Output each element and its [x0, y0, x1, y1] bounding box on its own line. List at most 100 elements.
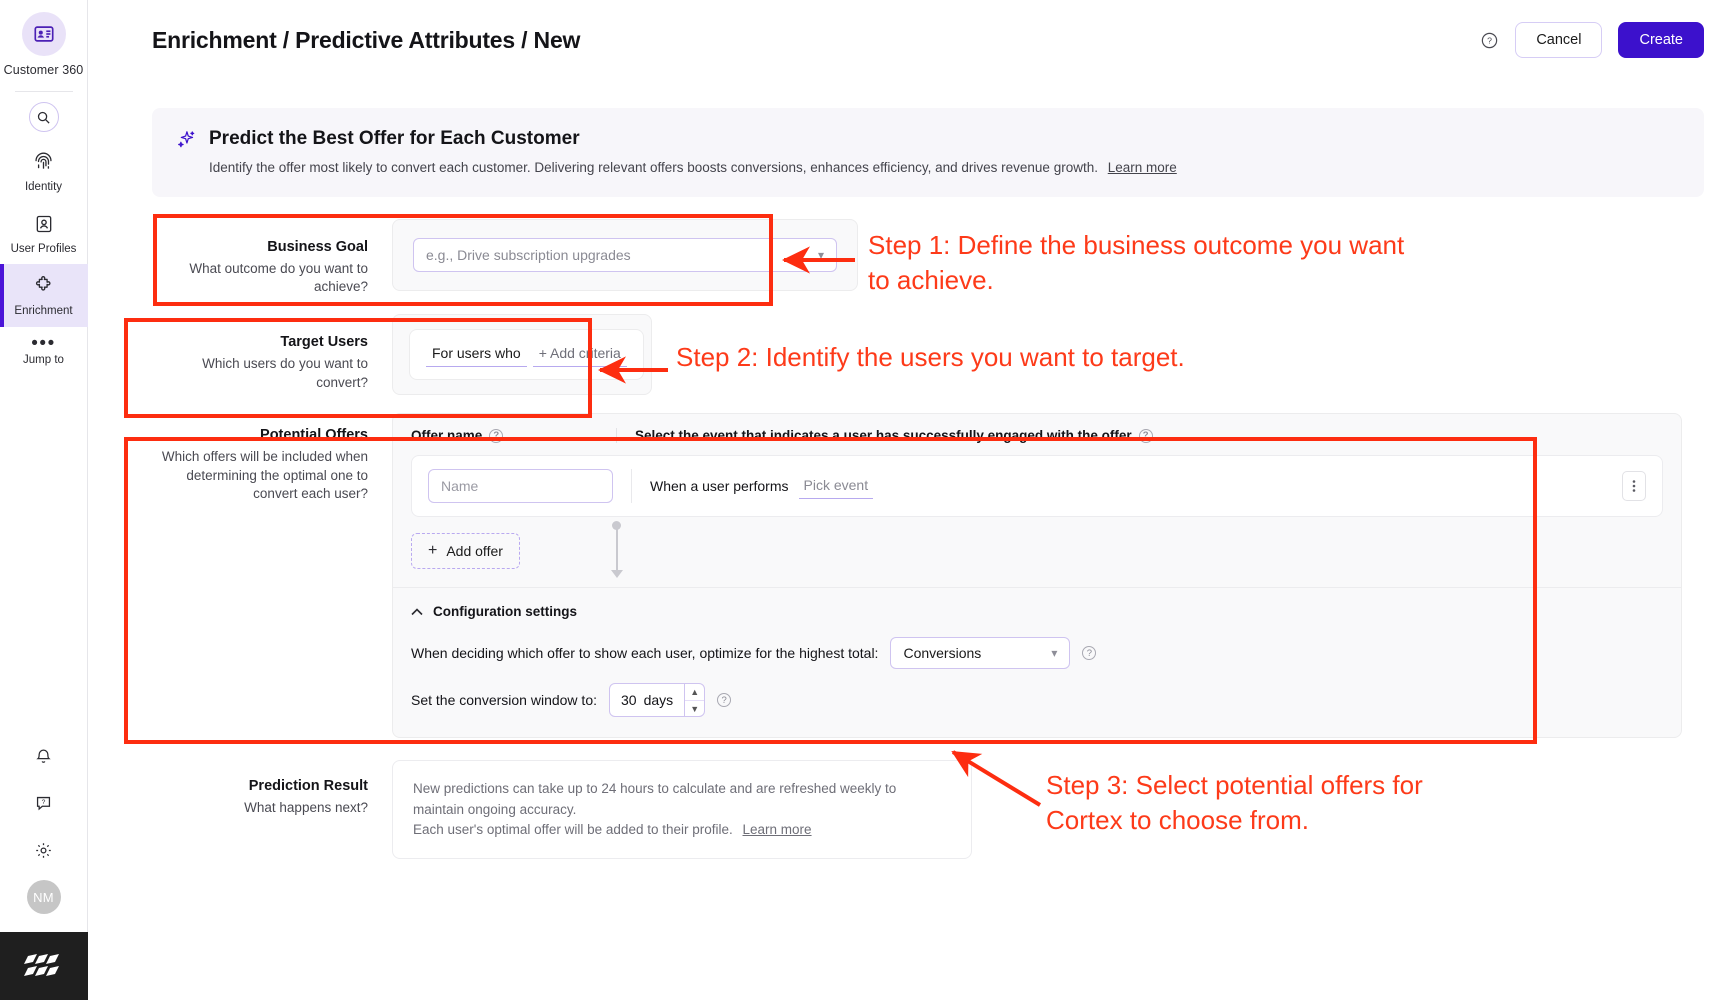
- business-goal-panel: e.g., Drive subscription upgrades ▾: [392, 219, 858, 291]
- contact-card-icon[interactable]: [21, 12, 66, 56]
- search-icon[interactable]: [28, 102, 59, 132]
- conversion-window-value-group: 30 days: [610, 684, 684, 716]
- flow-connector-arrow: [611, 570, 623, 578]
- info-banner: Predict the Best Offer for Each Customer…: [152, 108, 1704, 197]
- puzzle-piece-icon: [33, 275, 54, 301]
- potential-offers-description: Which offers will be included when deter…: [161, 449, 368, 501]
- business-goal-label: Business Goal What outcome do you want t…: [152, 219, 392, 296]
- optimize-for-value: Conversions: [903, 645, 982, 662]
- prediction-result-title: Prediction Result: [248, 778, 368, 795]
- banner-title-row: Predict the Best Offer for Each Customer: [176, 128, 1680, 150]
- business-goal-title: Business Goal: [267, 239, 368, 255]
- sidebar-item-identity[interactable]: Identity: [0, 140, 88, 203]
- sidebar-item-label: User Profiles: [10, 242, 77, 255]
- banner-learn-more-link[interactable]: Learn more: [1108, 160, 1177, 175]
- potential-offers-body: Offer name ? Select the event that indic…: [392, 413, 1682, 739]
- business-goal-row: Business Goal What outcome do you want t…: [152, 219, 1704, 296]
- target-users-body: For users who + Add criteria: [392, 314, 1704, 396]
- svg-text:?: ?: [1487, 35, 1492, 45]
- question-mark-circle-icon[interactable]: ?: [1480, 31, 1499, 50]
- chevron-down-icon: ▾: [1051, 646, 1058, 661]
- prediction-result-line1: New predictions can take up to 24 hours …: [413, 781, 897, 817]
- sidebar-item-enrichment[interactable]: Enrichment: [0, 264, 88, 327]
- left-nav-rail: Customer 360 Identity User Profiles Enri…: [0, 0, 88, 1000]
- configuration-settings-toggle[interactable]: Configuration settings: [411, 604, 1663, 619]
- optimize-for-select[interactable]: Conversions ▾: [890, 637, 1071, 670]
- chevron-up-icon: [411, 604, 423, 619]
- question-chat-icon[interactable]: ?: [0, 780, 88, 827]
- sidebar-item-label: Jump to: [23, 353, 64, 366]
- amplitude-logo-icon: [0, 932, 88, 1000]
- event-header-label: Select the event that indicates a user h…: [635, 428, 1132, 444]
- cancel-button[interactable]: Cancel: [1515, 22, 1603, 58]
- prediction-result-label: Prediction Result What happens next?: [152, 760, 392, 817]
- rail-bottom-section: ? NM: [0, 733, 88, 1000]
- help-icon[interactable]: ?: [489, 428, 504, 443]
- configuration-settings-label: Configuration settings: [433, 604, 577, 620]
- business-goal-description: What outcome do you want to achieve?: [189, 261, 368, 295]
- configuration-settings: Configuration settings When deciding whi…: [393, 588, 1681, 737]
- user-profile-icon: [34, 214, 54, 239]
- criteria-card: For users who + Add criteria: [409, 329, 644, 381]
- help-icon[interactable]: ?: [717, 693, 732, 708]
- sidebar-item-label: Identity: [24, 181, 63, 193]
- row-divider: [631, 469, 632, 504]
- potential-offers-row: Potential Offers Which offers will be in…: [152, 413, 1704, 739]
- potential-offers-title: Potential Offers: [260, 427, 368, 444]
- kebab-menu-icon[interactable]: [1622, 471, 1646, 502]
- help-icon[interactable]: ?: [1138, 428, 1153, 443]
- business-goal-select[interactable]: e.g., Drive subscription upgrades ▾: [413, 238, 837, 272]
- fingerprint-icon: [33, 151, 54, 177]
- svg-text:?: ?: [42, 799, 46, 806]
- conversion-window-line: Set the conversion window to: 30 days ▲ …: [411, 683, 1663, 718]
- offer-name-header-label: Offer name: [411, 428, 483, 444]
- optimize-for-label: When deciding which offer to show each u…: [411, 645, 879, 662]
- column-divider: [616, 428, 617, 444]
- banner-subtitle-text: Identify the offer most likely to conver…: [209, 160, 1098, 175]
- add-offer-button[interactable]: + Add offer: [411, 533, 520, 570]
- prediction-result-description: What happens next?: [244, 800, 368, 816]
- offer-name-input[interactable]: [428, 469, 613, 504]
- ellipsis-icon: •••: [31, 332, 56, 354]
- plus-icon: +: [428, 542, 438, 560]
- prediction-result-line2-wrap: Each user's optimal offer will be added …: [413, 820, 951, 840]
- stepper-down-icon[interactable]: ▼: [685, 701, 704, 717]
- target-users-label: Target Users Which users do you want to …: [152, 314, 392, 391]
- when-user-performs-label: When a user performs: [650, 478, 789, 495]
- avatar[interactable]: NM: [26, 880, 61, 914]
- stepper-arrows: ▲ ▼: [684, 684, 705, 717]
- target-users-description: Which users do you want to convert?: [202, 356, 368, 390]
- help-icon[interactable]: ?: [1082, 646, 1097, 661]
- for-users-who-field[interactable]: For users who: [426, 342, 527, 368]
- stepper-up-icon[interactable]: ▲: [685, 684, 705, 701]
- sidebar-item-jump-to[interactable]: ••• Jump to: [0, 327, 88, 376]
- conversion-window-label: Set the conversion window to:: [411, 692, 597, 709]
- offers-panel: Offer name ? Select the event that indic…: [392, 413, 1682, 739]
- prediction-result-row: Prediction Result What happens next? New…: [152, 760, 1704, 860]
- offer-row: When a user performs Pick event: [411, 455, 1663, 518]
- banner-title: Predict the Best Offer for Each Customer: [209, 128, 580, 149]
- breadcrumb-title: Enrichment / Predictive Attributes / New: [152, 26, 581, 53]
- event-column-header: Select the event that indicates a user h…: [635, 428, 1153, 443]
- flow-connector: [616, 525, 618, 573]
- header-actions: ? Cancel Create: [1480, 22, 1704, 58]
- add-criteria-button[interactable]: + Add criteria: [532, 342, 627, 368]
- create-button[interactable]: Create: [1618, 22, 1704, 58]
- main-content: Predict the Best Offer for Each Customer…: [88, 80, 1728, 1000]
- sparkle-icon: [176, 129, 197, 150]
- potential-offers-label: Potential Offers Which offers will be in…: [152, 413, 392, 503]
- target-users-panel: For users who + Add criteria: [392, 314, 652, 396]
- gear-icon[interactable]: [0, 827, 88, 874]
- bell-icon[interactable]: [0, 733, 88, 780]
- page-header: Enrichment / Predictive Attributes / New…: [88, 0, 1728, 80]
- rail-top-section: Customer 360 Identity User Profiles Enri…: [0, 0, 88, 376]
- conversion-window-value: 30: [621, 692, 637, 709]
- conversion-window-unit: days: [643, 692, 674, 709]
- prediction-result-line2: Each user's optimal offer will be added …: [413, 821, 733, 837]
- optimize-for-line: When deciding which offer to show each u…: [411, 637, 1663, 670]
- prediction-result-learn-more-link[interactable]: Learn more: [743, 822, 812, 837]
- pick-event-field[interactable]: Pick event: [798, 474, 874, 499]
- sidebar-item-user-profiles[interactable]: User Profiles: [0, 203, 88, 265]
- conversion-window-stepper[interactable]: 30 days ▲ ▼: [609, 683, 706, 718]
- target-users-title: Target Users: [280, 334, 368, 351]
